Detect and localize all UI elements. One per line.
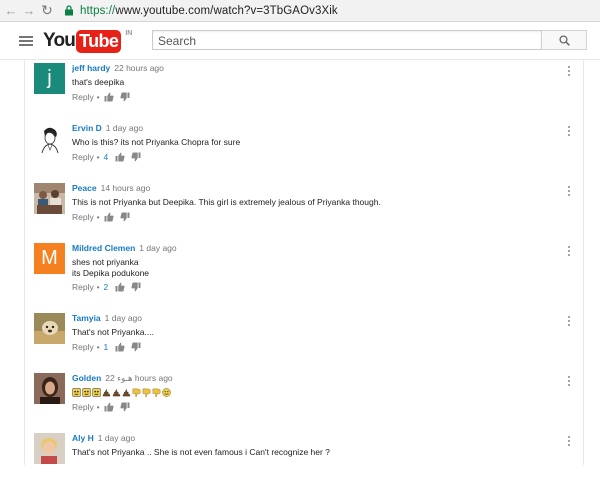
more-options-icon[interactable] — [568, 316, 571, 326]
thumbs-down-icon[interactable] — [119, 92, 130, 102]
comment-time[interactable]: 22 hours ago — [114, 63, 164, 73]
browser-toolbar: ← → ↻ https://www.youtube.com/watch?v=3T… — [0, 0, 600, 22]
thumbs-up-icon[interactable] — [104, 402, 114, 412]
thumbs-down-icon[interactable] — [131, 152, 141, 162]
thumbs-down-icon[interactable] — [119, 402, 130, 412]
address-bar[interactable]: https://www.youtube.com/watch?v=3TbGAOv3… — [80, 5, 338, 17]
reply-button[interactable]: Reply — [72, 92, 94, 102]
comment-text: shes not priyanka its Depika podukone — [72, 257, 150, 278]
search-input[interactable]: Search — [152, 30, 541, 50]
more-options-icon[interactable] — [568, 376, 571, 386]
poop-emoji-icon — [122, 388, 131, 397]
menu-hamburger-icon[interactable] — [19, 36, 33, 46]
more-options-icon[interactable] — [568, 66, 571, 76]
emoji-icon — [82, 388, 91, 397]
search-button[interactable] — [541, 30, 587, 50]
comment-text: that's deepika — [72, 77, 125, 87]
avatar[interactable]: M — [34, 243, 65, 274]
child-photo-avatar[interactable] — [34, 433, 65, 464]
search-icon — [558, 34, 570, 46]
comment-time[interactable]: 1 day ago — [105, 313, 142, 323]
like-count: 4 — [103, 152, 109, 162]
avatar[interactable]: j — [34, 63, 65, 94]
logo-country-code: IN — [125, 30, 133, 37]
comment-time[interactable]: 22 هـوء hours ago — [105, 373, 172, 383]
group-photo-avatar[interactable] — [34, 183, 65, 214]
comment-item: Aly H 1 day ago That's not Priyanka .. Sh… — [25, 430, 585, 490]
comment-text: This is not Priyanka but Deepika. This g… — [72, 197, 381, 207]
comment-time[interactable]: 1 day ago — [106, 123, 143, 133]
woman-photo-avatar[interactable] — [34, 373, 65, 404]
comment-text: Who is this? its not Priyanka Chopra for… — [72, 137, 241, 147]
thumbs-up-icon[interactable] — [115, 282, 125, 292]
reply-button[interactable]: Reply — [72, 282, 94, 292]
reply-button[interactable]: Reply — [72, 212, 94, 222]
comment-text: That's not Priyanka .. She is not even f… — [72, 447, 330, 457]
comment-author[interactable]: Peace — [72, 183, 97, 193]
comment-item: Tamyia 1 day ago That's not Priyanka.... … — [25, 310, 585, 370]
thumbs-up-icon[interactable] — [115, 342, 125, 352]
comment-time[interactable]: 14 hours ago — [101, 183, 151, 193]
comment-emoji-row — [72, 388, 172, 397]
poop-emoji-icon — [112, 388, 121, 397]
dog-photo-avatar[interactable] — [34, 313, 65, 344]
comment-item: M Mildred Clemen 1 day ago shes not priya… — [25, 240, 585, 300]
back-arrow-icon[interactable]: ← — [2, 2, 20, 20]
reload-icon[interactable]: ↻ — [38, 2, 56, 20]
comment-item: Golden 22 هـوء hours ago Reply • — [25, 370, 585, 430]
comment-author[interactable]: Tamyia — [72, 313, 101, 323]
forward-arrow-icon[interactable]: → — [20, 2, 38, 20]
thumbs-down-emoji-icon — [152, 388, 161, 397]
comment-author[interactable]: Mildred Clemen — [72, 243, 135, 253]
comments-list: j jeff hardy 22 hours ago that's deepika … — [24, 60, 584, 465]
comment-time[interactable]: 1 day ago — [98, 433, 135, 443]
sketch-portrait-avatar[interactable] — [34, 123, 65, 154]
grinning-face-emoji-icon — [162, 388, 171, 397]
emoji-icon — [92, 388, 101, 397]
more-options-icon[interactable] — [568, 436, 571, 446]
thumbs-up-icon[interactable] — [104, 92, 114, 102]
logo-tube-text: Tube — [76, 29, 122, 53]
thumbs-down-emoji-icon — [142, 388, 151, 397]
reply-button[interactable]: Reply — [72, 152, 94, 162]
comment-author[interactable]: Aly H — [72, 433, 94, 443]
thumbs-down-icon[interactable] — [119, 212, 130, 222]
comment-author[interactable]: Golden — [72, 373, 101, 383]
like-count: 2 — [103, 282, 109, 292]
logo-you-text: You — [43, 30, 76, 51]
comment-author[interactable]: Ervin D — [72, 123, 102, 133]
thumbs-down-icon[interactable] — [131, 342, 141, 352]
reply-button[interactable]: Reply — [72, 402, 94, 412]
more-options-icon[interactable] — [568, 186, 571, 196]
search-placeholder: Search — [158, 34, 197, 48]
reply-button[interactable]: Reply — [72, 342, 94, 352]
url-scheme: https:// — [80, 4, 116, 17]
thumbs-up-icon[interactable] — [115, 152, 125, 162]
thumbs-down-emoji-icon — [132, 388, 141, 397]
comment-author[interactable]: jeff hardy — [72, 63, 110, 73]
youtube-logo[interactable]: You Tube IN — [43, 29, 132, 53]
emoji-icon — [72, 388, 81, 397]
thumbs-down-icon[interactable] — [131, 282, 141, 292]
poop-emoji-icon — [102, 388, 111, 397]
comment-item: Ervin D 1 day ago Who is this? its not Pr… — [25, 120, 585, 180]
comment-text: That's not Priyanka.... — [72, 327, 154, 337]
comment-time[interactable]: 1 day ago — [139, 243, 176, 253]
youtube-header: You Tube IN Search — [0, 23, 600, 60]
url-path: www.youtube.com/watch?v=3TbGAOv3Xik — [115, 4, 338, 17]
comment-item: Peace 14 hours ago This is not Priyanka b… — [25, 180, 585, 240]
more-options-icon[interactable] — [568, 246, 571, 256]
more-options-icon[interactable] — [568, 126, 571, 136]
lock-icon — [65, 5, 73, 16]
comment-item: j jeff hardy 22 hours ago that's deepika … — [25, 60, 585, 120]
like-count: 1 — [103, 342, 109, 352]
thumbs-up-icon[interactable] — [104, 212, 114, 222]
